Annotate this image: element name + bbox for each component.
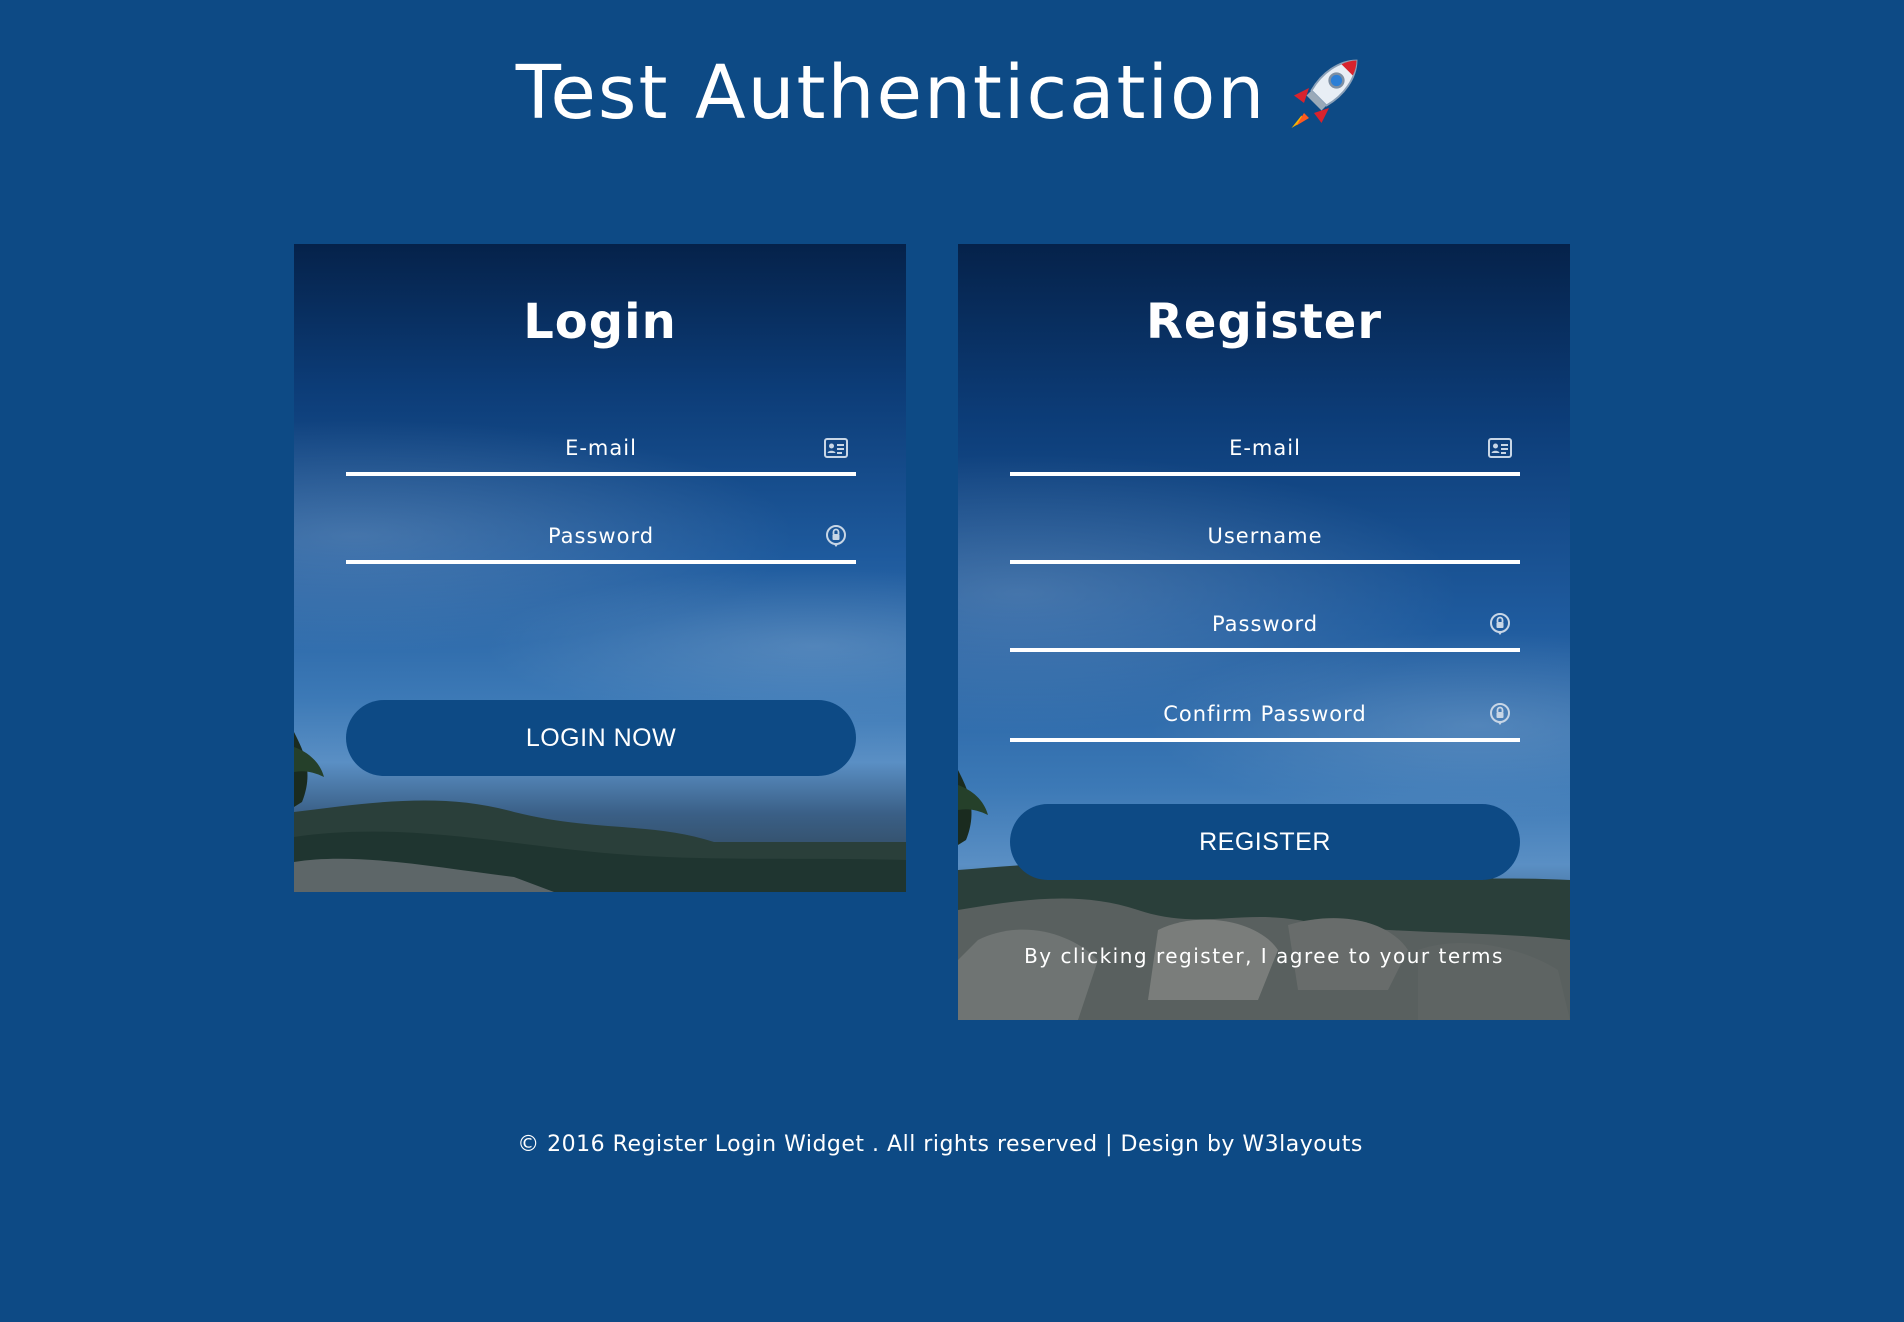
id-card-icon: [1488, 438, 1512, 458]
login-card: Login LOGIN NOW: [294, 244, 906, 892]
page-title-text: Test Authentication: [515, 50, 1267, 136]
login-heading: Login: [523, 294, 677, 350]
register-card: Register REGISTER: [958, 244, 1570, 1020]
login-password-field: [346, 512, 856, 564]
register-confirm-password-field: [1010, 690, 1520, 742]
rocket-icon: [1291, 59, 1358, 128]
lock-icon: [1490, 613, 1510, 635]
register-email-input[interactable]: [1010, 424, 1520, 472]
lock-icon: [826, 525, 846, 547]
register-confirm-password-input[interactable]: [1010, 690, 1520, 738]
register-heading: Register: [1145, 294, 1383, 350]
id-card-icon: [824, 438, 848, 458]
register-password-input[interactable]: [1010, 600, 1520, 648]
register-username-field: [1010, 512, 1520, 564]
footer-copyright: © 2016 Register Login Widget . All right…: [517, 1132, 1363, 1157]
page-title: Test Authentication: [0, 48, 1880, 138]
register-password-field: [1010, 600, 1520, 652]
register-button[interactable]: REGISTER: [1010, 804, 1520, 880]
login-password-input[interactable]: [346, 512, 856, 560]
landscape-image: [958, 770, 1570, 1020]
register-username-input[interactable]: [1010, 512, 1520, 560]
register-email-field: [1010, 424, 1520, 476]
login-now-button[interactable]: LOGIN NOW: [346, 700, 856, 776]
login-email-input[interactable]: [346, 424, 856, 472]
login-email-field: [346, 424, 856, 476]
terms-text: By clicking register, I agree to your te…: [1024, 944, 1504, 968]
lock-icon: [1490, 703, 1510, 725]
